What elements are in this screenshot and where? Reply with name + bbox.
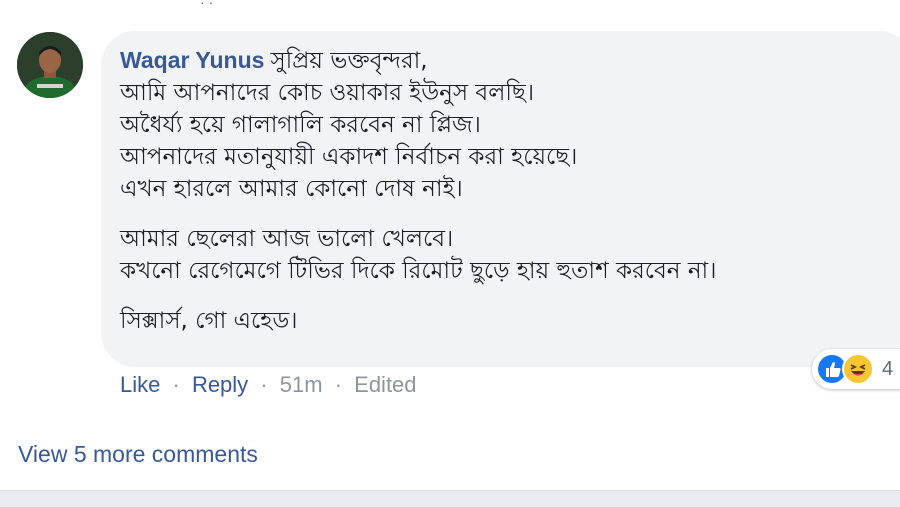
comment-line: আমি আপনাদের কোচ ওয়াকার ইউনুস বলছি। <box>120 80 535 106</box>
avatar-photo <box>17 32 83 98</box>
author-name-link[interactable]: Waqar Yunus <box>120 47 264 73</box>
avatar[interactable] <box>17 32 83 98</box>
view-more-comments-link[interactable]: View 5 more comments <box>18 441 258 468</box>
comment-line: কখনো রেগেমেগে টিভির দিকে রিমোট ছুড়ে হায… <box>120 258 717 284</box>
comment-actions: Like · Reply · 51m · Edited <box>120 372 417 398</box>
comment-line: অধৈর্য্য হয়ে গালাগালি করবেন না প্লিজ। <box>120 112 481 138</box>
edited-label[interactable]: Edited <box>354 372 416 397</box>
comment-line: আমার ছেলেরা আজ ভালো খেলবে। <box>120 226 454 252</box>
separator-dot: · <box>334 372 343 397</box>
comment-section: · · Waqar Yunus সুপ্রিয় ভক্তবৃন্দরা, আমি… <box>0 0 900 507</box>
previous-comment-actions: · · <box>200 0 214 10</box>
comment-line: এখন হারলে আমার কোনো দোষ নাই। <box>120 176 463 202</box>
separator-dot: · <box>172 372 180 397</box>
feed-divider <box>0 490 900 507</box>
timestamp-link[interactable]: 51m <box>280 372 323 397</box>
comment-body: Waqar Yunus সুপ্রিয় ভক্তবৃন্দরা, আমি আপন… <box>120 44 890 337</box>
like-link[interactable]: Like <box>120 372 160 397</box>
reactions-summary[interactable]: 4 <box>812 349 900 389</box>
comment-line: সুপ্রিয় ভক্তবৃন্দরা, <box>270 48 428 74</box>
comment-line: সিক্সার্স, গো এহেড। <box>120 308 298 334</box>
reply-link[interactable]: Reply <box>192 372 248 397</box>
comment-line: আপনাদের মতানুযায়ী একাদশ নির্বাচন করা হয… <box>120 144 578 170</box>
comment-first-line: Waqar Yunus সুপ্রিয় ভক্তবৃন্দরা, <box>120 44 890 77</box>
reaction-count: 4 <box>882 358 894 380</box>
haha-reaction-icon <box>842 353 874 385</box>
separator-dot: · <box>260 372 268 397</box>
